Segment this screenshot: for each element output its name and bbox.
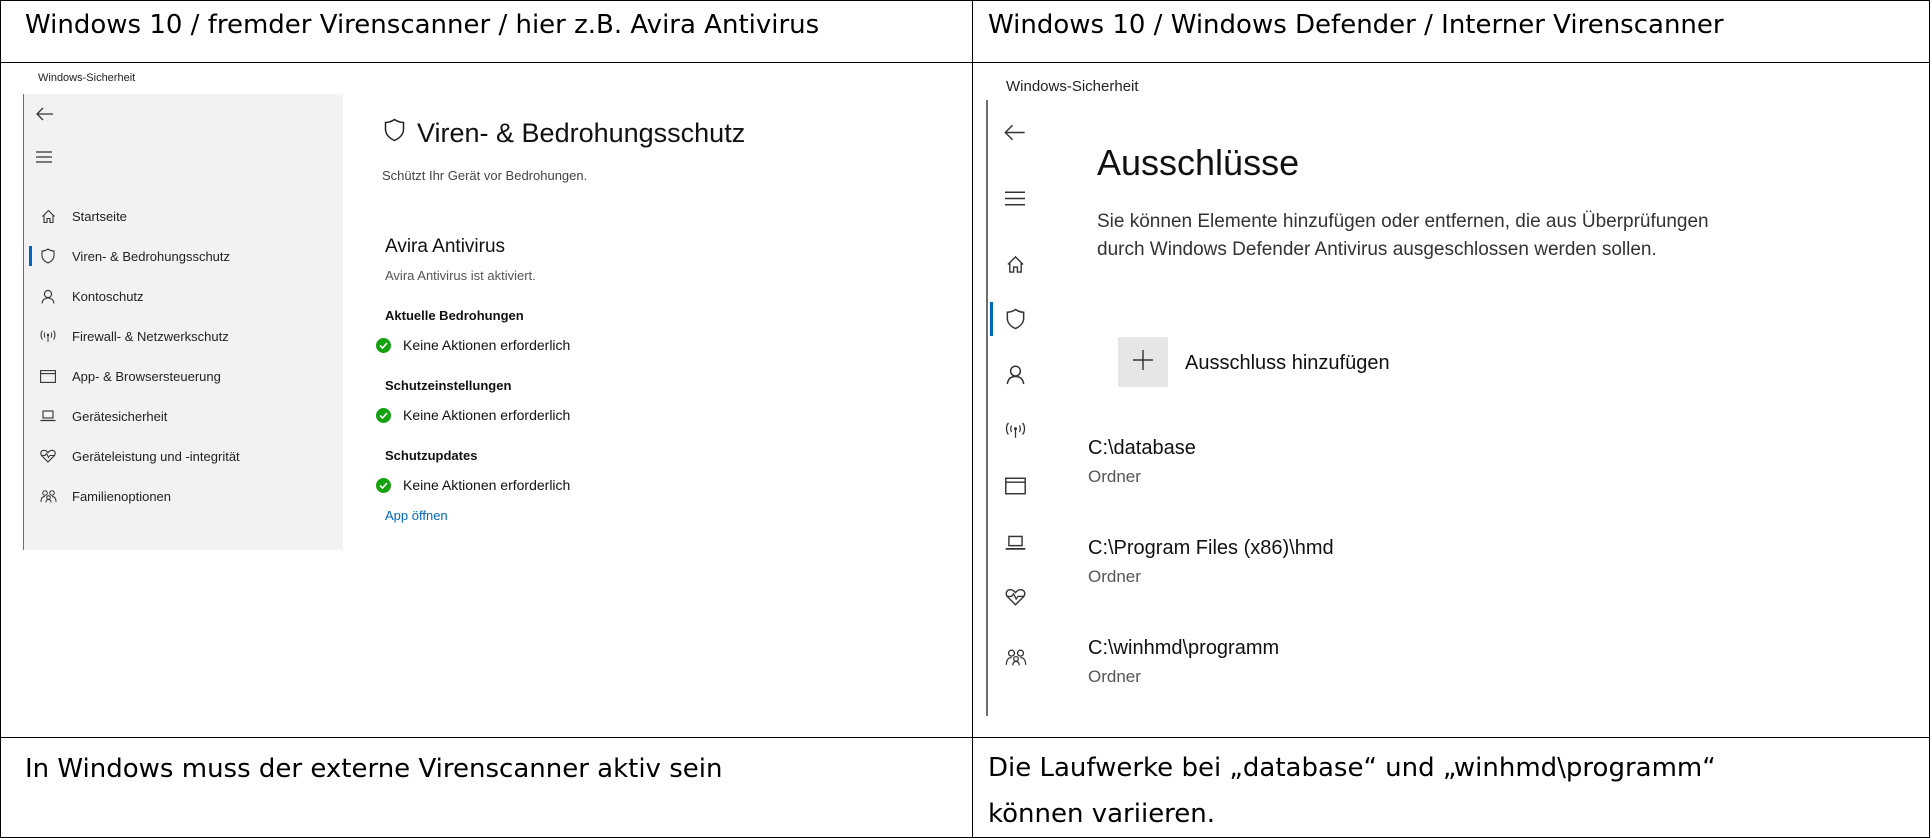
checkmark-icon xyxy=(376,477,391,493)
section-status-text: Keine Aktionen erforderlich xyxy=(403,477,571,493)
sidebar-item-geraetesicherheit[interactable]: Gerätesicherheit xyxy=(30,396,240,436)
shield-icon xyxy=(36,248,60,264)
sidebar-item-label: App- & Browsersteuerung xyxy=(72,368,221,384)
window-icon xyxy=(36,369,60,383)
footer-cell-left: In Windows muss der externe Virenscanner… xyxy=(0,737,973,838)
hamburger-menu-icon[interactable] xyxy=(1004,191,1026,210)
add-exclusion-button[interactable] xyxy=(1118,337,1168,387)
exclusion-type: Ordner xyxy=(1088,467,1141,486)
right-sidebar-border xyxy=(986,100,988,716)
checkmark-icon xyxy=(376,337,391,353)
description-line-2: durch Windows Defender Antivirus ausgesc… xyxy=(1097,239,1657,260)
person-icon[interactable] xyxy=(1006,364,1025,389)
shield-icon xyxy=(384,118,405,149)
checkmark-icon xyxy=(376,407,391,423)
home-icon[interactable] xyxy=(1006,255,1025,278)
exclusion-path[interactable]: C:\database xyxy=(1088,437,1196,460)
home-icon xyxy=(36,209,60,224)
laptop-icon xyxy=(36,410,60,422)
laptop-icon[interactable] xyxy=(1005,535,1026,555)
footer-right-line1: Die Laufwerke bei „database“ und „winhmd… xyxy=(988,753,1716,783)
shield-icon[interactable] xyxy=(1006,308,1025,334)
section-heading: Aktuelle Bedrohungen xyxy=(385,308,524,323)
sidebar-item-geraeteleistung[interactable]: Geräteleistung und -integrität xyxy=(30,436,240,476)
plus-icon xyxy=(1132,349,1154,375)
header-right-text: Windows 10 / Windows Defender / Interner… xyxy=(988,10,1724,40)
active-nav-indicator xyxy=(990,302,993,336)
footer-cell-right: Die Laufwerke bei „database“ und „winhmd… xyxy=(972,737,1930,838)
header-cell-left: Windows 10 / fremder Virenscanner / hier… xyxy=(0,0,973,63)
sidebar-item-label: Geräteleistung und -integrität xyxy=(72,448,240,464)
heart-icon xyxy=(36,449,60,463)
family-icon xyxy=(36,489,60,503)
exclusion-type: Ordner xyxy=(1088,667,1141,686)
sidebar-item-label: Firewall- & Netzwerkschutz xyxy=(72,328,229,344)
sidebar-item-label: Familienoptionen xyxy=(72,488,172,504)
exclusion-path[interactable]: C:\winhmd\programm xyxy=(1088,637,1279,660)
exclusion-type: Ordner xyxy=(1088,567,1141,586)
left-window-title: Windows-Sicherheit xyxy=(38,72,136,84)
sidebar-item-firewall[interactable]: Firewall- & Netzwerkschutz xyxy=(30,316,240,356)
back-arrow-icon[interactable] xyxy=(36,104,54,127)
antenna-icon xyxy=(36,329,60,343)
add-exclusion-label[interactable]: Ausschluss hinzufügen xyxy=(1185,352,1390,375)
sidebar-item-familienoptionen[interactable]: Familienoptionen xyxy=(30,476,240,516)
header-left-text: Windows 10 / fremder Virenscanner / hier… xyxy=(25,10,820,40)
section-heading: Schutzeinstellungen xyxy=(385,378,512,393)
section-status-text: Keine Aktionen erforderlich xyxy=(403,337,571,353)
section-status-row: Keine Aktionen erforderlich xyxy=(376,337,570,353)
page-title-text: Viren- & Bedrohungsschutz xyxy=(417,118,746,148)
sidebar-item-app-browser[interactable]: App- & Browsersteuerung xyxy=(30,356,240,396)
left-nav-list: Startseite Viren- & Bedrohungsschutz Kon… xyxy=(29,196,240,516)
provider-name: Avira Antivirus xyxy=(385,236,506,257)
exclusion-path[interactable]: C:\Program Files (x86)\hmd xyxy=(1088,537,1334,560)
description-line-1: Sie können Elemente hinzufügen oder entf… xyxy=(1097,211,1709,232)
exclusions-description: Sie können Elemente hinzufügen oder entf… xyxy=(1097,208,1817,264)
footer-right-line2: können variieren. xyxy=(988,799,1216,829)
section-heading: Schutzupdates xyxy=(385,448,478,463)
heart-icon[interactable] xyxy=(1005,588,1026,610)
sidebar-item-label: Kontoschutz xyxy=(72,288,144,304)
sidebar-item-label: Gerätesicherheit xyxy=(72,408,168,424)
right-window-title: Windows-Sicherheit xyxy=(1006,78,1139,95)
section-status-row: Keine Aktionen erforderlich xyxy=(376,477,570,493)
window-icon[interactable] xyxy=(1005,477,1026,499)
page-title: Viren- & Bedrohungsschutz xyxy=(384,118,745,149)
provider-status: Avira Antivirus ist aktiviert. xyxy=(385,268,536,283)
header-cell-right: Windows 10 / Windows Defender / Interner… xyxy=(972,0,1930,63)
section-status-row: Keine Aktionen erforderlich xyxy=(376,407,570,423)
sidebar-item-label: Startseite xyxy=(72,208,127,224)
sidebar-item-kontoschutz[interactable]: Kontoschutz xyxy=(30,276,240,316)
family-icon[interactable] xyxy=(1005,648,1027,670)
section-status-text: Keine Aktionen erforderlich xyxy=(403,407,571,423)
open-app-link[interactable]: App öffnen xyxy=(385,508,448,523)
page-subtitle: Schützt Ihr Gerät vor Bedrohungen. xyxy=(382,168,588,183)
antenna-icon[interactable] xyxy=(1005,421,1026,443)
sidebar-item-virenschutz[interactable]: Viren- & Bedrohungsschutz xyxy=(29,236,240,276)
hamburger-menu-icon[interactable] xyxy=(36,150,52,164)
footer-left-text: In Windows muss der externe Virenscanner… xyxy=(25,754,723,784)
person-icon xyxy=(36,289,60,304)
exclusions-title: Ausschlüsse xyxy=(1097,142,1300,183)
sidebar-item-startseite[interactable]: Startseite xyxy=(30,196,240,236)
back-arrow-icon[interactable] xyxy=(1004,124,1026,145)
sidebar-item-label: Viren- & Bedrohungsschutz xyxy=(72,248,231,264)
